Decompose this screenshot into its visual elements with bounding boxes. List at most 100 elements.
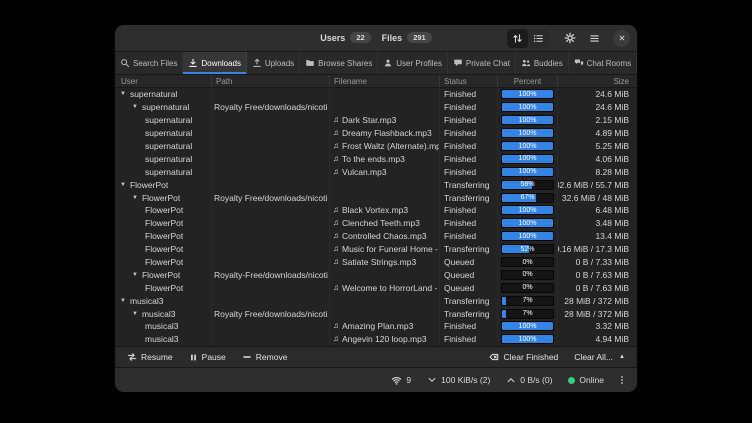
size-cell: 24.6 MiB bbox=[558, 88, 637, 101]
table-row[interactable]: FlowerPot♫Black Vortex.mp3Finished100%6.… bbox=[115, 204, 637, 217]
pause-button[interactable]: Pause bbox=[182, 350, 233, 365]
status-menu-button[interactable] bbox=[613, 372, 631, 388]
upload-rate-item[interactable]: 0 B/s (0) bbox=[499, 372, 559, 388]
download-rate: 100 KiB/s (2) bbox=[441, 375, 490, 385]
filename-cell: Black Vortex.mp3 bbox=[342, 205, 408, 215]
tab-downloads[interactable]: Downloads bbox=[183, 52, 246, 74]
tab-label: Search Files bbox=[133, 59, 177, 68]
col-percent[interactable]: Percent bbox=[498, 75, 558, 87]
table-row[interactable]: ▼supernaturalFinished100%24.6 MiB bbox=[115, 88, 637, 101]
table-row[interactable]: ▼musical3Royalty Free/downloads/nicotiTr… bbox=[115, 307, 637, 320]
col-filename[interactable]: Filename bbox=[330, 75, 440, 87]
table-row[interactable]: supernatural♫Frost Waltz (Alternate).mp3… bbox=[115, 140, 637, 153]
music-note-icon: ♫ bbox=[333, 284, 339, 292]
status-bar: 9 100 KiB/s (2) 0 B/s (0) Online bbox=[115, 367, 637, 392]
percent-label: 0% bbox=[502, 284, 553, 292]
connections-item[interactable]: 9 bbox=[384, 372, 418, 389]
table-row[interactable]: supernatural♫Dark Star.mp3Finished100%2.… bbox=[115, 114, 637, 127]
tab-bar: Search Files Downloads Uploads Browse Sh… bbox=[115, 52, 637, 75]
tab-chat-rooms[interactable]: Chat Rooms bbox=[569, 52, 637, 74]
resume-button[interactable]: Resume bbox=[120, 350, 180, 365]
main-menu-button[interactable] bbox=[584, 29, 605, 48]
status-cell: Queued bbox=[440, 281, 498, 294]
col-status[interactable]: Status bbox=[440, 75, 498, 87]
path-cell: Royalty Free/downloads/nicoti bbox=[212, 307, 330, 320]
percent-label: 100% bbox=[502, 155, 553, 163]
clear-finished-label: Clear Finished bbox=[503, 352, 558, 362]
kebab-icon bbox=[617, 375, 627, 385]
clear-finished-button[interactable]: Clear Finished bbox=[482, 350, 565, 365]
percent-cell: 100% bbox=[498, 204, 558, 217]
person-icon bbox=[383, 58, 393, 68]
percent-label: 100% bbox=[502, 206, 553, 214]
user-cell: supernatural bbox=[142, 102, 189, 112]
upload-icon bbox=[252, 58, 262, 68]
table-header: User Path Filename Status Percent Size bbox=[115, 75, 637, 88]
tab-user-profiles[interactable]: User Profiles bbox=[378, 52, 448, 74]
tab-browse-shares[interactable]: Browse Shares bbox=[300, 52, 378, 74]
table-row[interactable]: FlowerPot♫Music for Funeral Home - Part … bbox=[115, 243, 637, 256]
expander-icon[interactable]: ▼ bbox=[132, 311, 138, 317]
status-cell: Transferring bbox=[440, 294, 498, 307]
filename-cell: Angevin 120 loop.mp3 bbox=[342, 334, 427, 344]
size-cell: 3.32 MiB bbox=[558, 320, 637, 333]
table-row[interactable]: ▼FlowerPotRoyalty-Free/downloads/nicotiQ… bbox=[115, 268, 637, 281]
tab-label: Chat Rooms bbox=[587, 59, 631, 68]
percent-cell: 100% bbox=[498, 333, 558, 346]
tab-uploads[interactable]: Uploads bbox=[247, 52, 300, 74]
music-note-icon: ♫ bbox=[333, 219, 339, 227]
size-cell: 28 MiB / 372 MiB bbox=[558, 307, 637, 320]
percent-label: 100% bbox=[502, 335, 553, 343]
chat-bubble-icon bbox=[453, 58, 463, 68]
clear-all-button[interactable]: Clear All... ▲ bbox=[567, 350, 632, 365]
remove-button[interactable]: Remove bbox=[235, 350, 295, 365]
tab-private-chat[interactable]: Private Chat bbox=[448, 52, 516, 74]
size-cell: 8.28 MiB bbox=[558, 165, 637, 178]
user-cell: FlowerPot bbox=[145, 244, 183, 254]
table-row[interactable]: ▼FlowerPotTransferring58%32.6 MiB / 55.7… bbox=[115, 178, 637, 191]
table-row[interactable]: supernatural♫Vulcan.mp3Finished100%8.28 … bbox=[115, 165, 637, 178]
col-size[interactable]: Size bbox=[558, 75, 637, 87]
table-row[interactable]: ▼FlowerPotRoyalty Free/downloads/nicotiT… bbox=[115, 191, 637, 204]
tab-label: Uploads bbox=[265, 59, 294, 68]
table-row[interactable]: FlowerPot♫Clenched Teeth.mp3Finished100%… bbox=[115, 217, 637, 230]
size-cell: 4.06 MiB bbox=[558, 152, 637, 165]
action-toolbar: Resume Pause Remove Clear Finished Clear… bbox=[115, 346, 637, 367]
expander-icon[interactable]: ▼ bbox=[120, 182, 126, 188]
table-row[interactable]: ▼supernaturalRoyalty Free/downloads/nico… bbox=[115, 101, 637, 114]
filename-cell: Controlled Chaos.mp3 bbox=[342, 231, 427, 241]
table-row[interactable]: FlowerPot♫Controlled Chaos.mp3Finished10… bbox=[115, 230, 637, 243]
transfers-toggle-button[interactable] bbox=[507, 29, 528, 48]
size-cell: 4.94 MiB bbox=[558, 333, 637, 346]
expander-icon[interactable]: ▼ bbox=[120, 298, 126, 304]
tab-buddies[interactable]: Buddies bbox=[516, 52, 569, 74]
upload-rate: 0 B/s (0) bbox=[520, 375, 552, 385]
expander-icon[interactable]: ▼ bbox=[132, 104, 138, 110]
col-user[interactable]: User bbox=[115, 75, 212, 87]
table-row[interactable]: musical3♫Amazing Plan.mp3Finished100%3.3… bbox=[115, 320, 637, 333]
close-button[interactable] bbox=[613, 30, 630, 47]
list-toggle-button[interactable] bbox=[528, 29, 549, 48]
tab-label: Downloads bbox=[201, 59, 241, 68]
status-cell: Transferring bbox=[440, 243, 498, 256]
preferences-button[interactable] bbox=[559, 29, 580, 48]
table-row[interactable]: supernatural♫To the ends.mp3Finished100%… bbox=[115, 152, 637, 165]
percent-cell: 100% bbox=[498, 88, 558, 101]
table-row[interactable]: FlowerPot♫Welcome to HorrorLand - hi.mp3… bbox=[115, 281, 637, 294]
expander-icon[interactable]: ▼ bbox=[132, 195, 138, 201]
status-cell: Finished bbox=[440, 140, 498, 153]
user-cell: supernatural bbox=[130, 89, 177, 99]
size-cell: 13.4 MiB bbox=[558, 230, 637, 243]
table-row[interactable]: supernatural♫Dreamy Flashback.mp3Finishe… bbox=[115, 127, 637, 140]
tab-search-files[interactable]: Search Files bbox=[115, 52, 183, 74]
table-row[interactable]: FlowerPot♫Satiate Strings.mp3Queued0%0 B… bbox=[115, 256, 637, 269]
expander-icon[interactable]: ▼ bbox=[120, 91, 126, 97]
table-row[interactable]: musical3♫Angevin 120 loop.mp3Finished100… bbox=[115, 333, 637, 346]
col-path[interactable]: Path bbox=[212, 75, 330, 87]
filename-cell: To the ends.mp3 bbox=[342, 154, 405, 164]
download-rate-item[interactable]: 100 KiB/s (2) bbox=[420, 372, 497, 388]
online-status-item[interactable]: Online bbox=[561, 372, 611, 388]
table-row[interactable]: ▼musical3Transferring7%28 MiB / 372 MiB bbox=[115, 294, 637, 307]
chevron-down-icon bbox=[427, 375, 437, 385]
expander-icon[interactable]: ▼ bbox=[132, 272, 138, 278]
